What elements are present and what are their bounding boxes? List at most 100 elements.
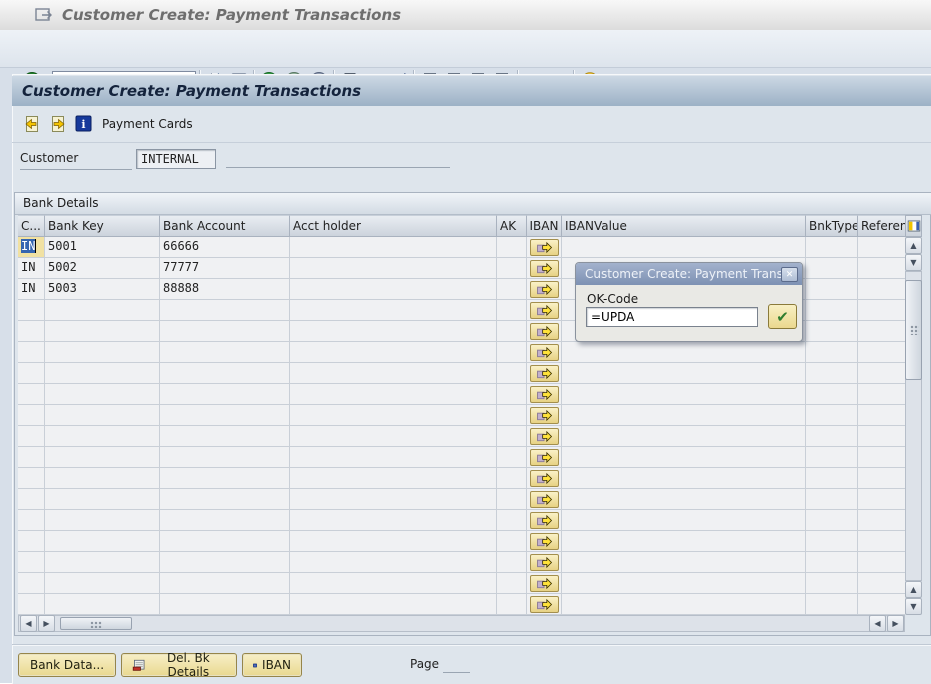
- scroll-right-button-right[interactable]: ▶: [887, 615, 904, 632]
- cell-ak[interactable]: [497, 426, 527, 447]
- cell-bnk_type[interactable]: [806, 573, 858, 594]
- cell-c[interactable]: [18, 384, 45, 405]
- cell-reference[interactable]: [858, 489, 905, 510]
- cell-ak[interactable]: [497, 510, 527, 531]
- cell-acct_holder[interactable]: [290, 447, 497, 468]
- cell-ak[interactable]: [497, 531, 527, 552]
- cell-ak[interactable]: [497, 489, 527, 510]
- cell-acct_holder[interactable]: [290, 405, 497, 426]
- cell-bank_account[interactable]: [160, 489, 290, 510]
- cell-reference[interactable]: [858, 258, 905, 279]
- cell-ak[interactable]: [497, 384, 527, 405]
- cell-c[interactable]: [18, 573, 45, 594]
- iban-cell[interactable]: [527, 468, 562, 489]
- cell-acct_holder[interactable]: [290, 510, 497, 531]
- iban-create-button[interactable]: [530, 575, 559, 592]
- cell-c[interactable]: [18, 552, 45, 573]
- iban-create-button[interactable]: [530, 428, 559, 445]
- cell-c[interactable]: [18, 531, 45, 552]
- cell-bank_key[interactable]: [45, 489, 160, 510]
- iban-create-button[interactable]: [530, 596, 559, 613]
- customer-field[interactable]: INTERNAL: [136, 149, 216, 169]
- cell-iban_value[interactable]: [562, 384, 806, 405]
- cell-c[interactable]: [18, 468, 45, 489]
- vertical-scrollbar-thumb[interactable]: [905, 280, 922, 380]
- column-header[interactable]: AK: [497, 215, 527, 237]
- cell-c[interactable]: [18, 447, 45, 468]
- cell-ak[interactable]: [497, 447, 527, 468]
- column-header[interactable]: Acct holder: [290, 215, 497, 237]
- cell-acct_holder[interactable]: [290, 342, 497, 363]
- cell-bank_key[interactable]: [45, 300, 160, 321]
- cell-reference[interactable]: [858, 573, 905, 594]
- table-configuration-button[interactable]: [905, 215, 922, 237]
- iban-create-button[interactable]: [530, 449, 559, 466]
- scroll-left-button-right[interactable]: ◀: [869, 615, 886, 632]
- cell-iban_value[interactable]: [562, 468, 806, 489]
- cell-iban_value[interactable]: [562, 552, 806, 573]
- cell-bank_key[interactable]: [45, 573, 160, 594]
- cell-iban_value[interactable]: [562, 510, 806, 531]
- cell-c[interactable]: [18, 342, 45, 363]
- iban-create-button[interactable]: [530, 554, 559, 571]
- cell-reference[interactable]: [858, 594, 905, 615]
- cell-acct_holder[interactable]: [290, 300, 497, 321]
- cell-reference[interactable]: [858, 300, 905, 321]
- column-header[interactable]: C...: [18, 215, 45, 237]
- cell-acct_holder[interactable]: [290, 237, 497, 258]
- iban-create-button[interactable]: [530, 512, 559, 529]
- cell-bank_account[interactable]: [160, 342, 290, 363]
- cell-c[interactable]: [18, 321, 45, 342]
- bank-data-button[interactable]: Bank Data...: [18, 653, 116, 677]
- cell-bank_key[interactable]: 5002: [45, 258, 160, 279]
- cell-iban_value[interactable]: [562, 573, 806, 594]
- cell-ak[interactable]: [497, 342, 527, 363]
- cell-bnk_type[interactable]: [806, 426, 858, 447]
- dialog-titlebar[interactable]: Customer Create: Payment Trans...: [576, 263, 802, 285]
- cell-bank_key[interactable]: [45, 531, 160, 552]
- cell-ak[interactable]: [497, 468, 527, 489]
- cell-bnk_type[interactable]: [806, 279, 858, 300]
- cell-bnk_type[interactable]: [806, 258, 858, 279]
- cell-bnk_type[interactable]: [806, 363, 858, 384]
- cell-iban_value[interactable]: [562, 237, 806, 258]
- iban-cell[interactable]: [527, 300, 562, 321]
- cell-bnk_type[interactable]: [806, 510, 858, 531]
- iban-create-button[interactable]: [530, 491, 559, 508]
- cell-iban_value[interactable]: [562, 342, 806, 363]
- next-screen-icon[interactable]: [48, 114, 68, 134]
- cell-acct_holder[interactable]: [290, 489, 497, 510]
- cell-ak[interactable]: [497, 300, 527, 321]
- cell-reference[interactable]: [858, 468, 905, 489]
- iban-cell[interactable]: [527, 552, 562, 573]
- page-field[interactable]: [443, 656, 470, 673]
- cell-c[interactable]: [18, 594, 45, 615]
- cell-iban_value[interactable]: [562, 489, 806, 510]
- cell-bank_key[interactable]: [45, 426, 160, 447]
- cell-c[interactable]: [18, 489, 45, 510]
- scroll-right-button[interactable]: ▶: [38, 615, 55, 632]
- iban-create-button[interactable]: [530, 386, 559, 403]
- cell-c[interactable]: [18, 426, 45, 447]
- cell-acct_holder[interactable]: [290, 531, 497, 552]
- scroll-down-button-bottom[interactable]: ▼: [905, 598, 922, 615]
- iban-create-button[interactable]: [530, 365, 559, 382]
- cell-bank_account[interactable]: [160, 321, 290, 342]
- cell-bnk_type[interactable]: [806, 384, 858, 405]
- iban-cell[interactable]: [527, 489, 562, 510]
- cell-reference[interactable]: [858, 279, 905, 300]
- cell-c[interactable]: IN: [18, 258, 45, 279]
- iban-cell[interactable]: [527, 531, 562, 552]
- cell-iban_value[interactable]: [562, 363, 806, 384]
- iban-create-button[interactable]: [530, 344, 559, 361]
- cell-iban_value[interactable]: [562, 531, 806, 552]
- cell-bank_account[interactable]: [160, 510, 290, 531]
- cell-bnk_type[interactable]: [806, 447, 858, 468]
- cell-c[interactable]: [18, 405, 45, 426]
- cell-acct_holder[interactable]: [290, 321, 497, 342]
- cell-ak[interactable]: [497, 552, 527, 573]
- cell-bank_account[interactable]: [160, 363, 290, 384]
- scroll-down-button[interactable]: ▼: [905, 254, 922, 271]
- column-header[interactable]: Referenc: [858, 215, 905, 237]
- cell-reference[interactable]: [858, 510, 905, 531]
